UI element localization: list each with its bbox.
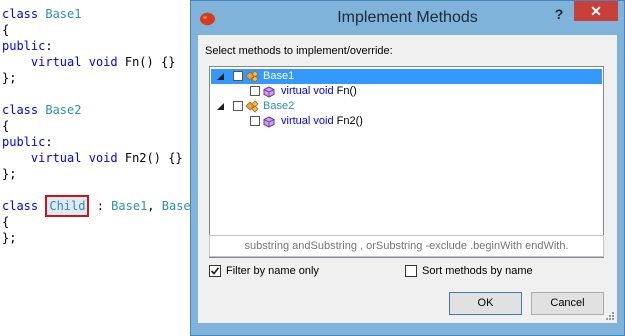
checkbox-fn2[interactable] bbox=[250, 116, 260, 126]
methods-tree[interactable]: Base1 virtual void Fn() Base2 virtual vo… bbox=[209, 66, 604, 258]
class-icon bbox=[245, 70, 259, 83]
tree-item-base2[interactable]: Base2 bbox=[211, 99, 602, 114]
code-line: }; bbox=[2, 230, 16, 246]
code-line: class Child : Base1, Base2 bbox=[2, 195, 198, 217]
code-token: public bbox=[2, 39, 46, 53]
code-token: Fn() {} bbox=[117, 55, 176, 69]
filter-input[interactable] bbox=[209, 235, 604, 257]
code-token: { bbox=[2, 215, 10, 229]
tree-item-fn2[interactable]: virtual void Fn2() bbox=[211, 114, 602, 129]
code-line: virtual void Fn() {} bbox=[2, 54, 176, 70]
code-line: public: bbox=[2, 38, 53, 54]
code-token: class bbox=[2, 103, 39, 117]
tree-item-label: virtual void Fn() bbox=[281, 85, 357, 97]
title-bar[interactable]: Implement Methods ? ✕ bbox=[191, 1, 624, 35]
code-token: virtual bbox=[30, 151, 82, 165]
code-line: class Base1 bbox=[2, 6, 81, 22]
code-token: void bbox=[88, 151, 118, 165]
expand-triangle-icon[interactable] bbox=[216, 102, 225, 111]
filter-by-name-label: Filter by name only bbox=[226, 265, 319, 277]
sort-by-name-label: Sort methods by name bbox=[422, 265, 533, 277]
code-line: { bbox=[2, 118, 9, 134]
code-token: : bbox=[45, 135, 53, 149]
checkbox-base2[interactable] bbox=[233, 101, 243, 111]
tree-item-label: Base1 bbox=[263, 70, 295, 82]
tree-item-label: virtual void Fn2() bbox=[281, 115, 363, 127]
code-line: }; bbox=[2, 166, 16, 182]
help-button[interactable]: ? bbox=[551, 4, 567, 24]
checkmark-icon bbox=[210, 267, 220, 275]
code-token: : bbox=[89, 199, 112, 213]
code-line: { bbox=[2, 22, 9, 38]
class-icon bbox=[245, 100, 259, 113]
checkbox-box[interactable] bbox=[209, 265, 221, 277]
code-token: : bbox=[45, 39, 53, 53]
code-line: }; bbox=[2, 70, 16, 86]
checkbox-box[interactable] bbox=[405, 265, 417, 277]
expand-triangle-icon[interactable] bbox=[216, 72, 225, 81]
tree-item-label: Base2 bbox=[263, 100, 295, 112]
cancel-button[interactable]: Cancel bbox=[531, 292, 604, 315]
checkbox-base1[interactable] bbox=[233, 71, 243, 81]
implement-methods-dialog: Implement Methods ? ✕ Select methods to … bbox=[190, 0, 625, 336]
code-token: Base2 bbox=[45, 103, 82, 117]
dialog-body: Select methods to implement/override: Ba… bbox=[198, 35, 617, 323]
method-icon bbox=[263, 86, 275, 98]
code-token: { bbox=[2, 119, 10, 133]
checkbox-fn[interactable] bbox=[250, 86, 260, 96]
code-token: Base1 bbox=[45, 7, 82, 21]
code-token: }; bbox=[2, 167, 17, 181]
code-line: { bbox=[2, 214, 9, 230]
close-button[interactable]: ✕ bbox=[574, 1, 618, 21]
code-editor[interactable]: class Base1{public: virtual void Fn() {}… bbox=[0, 0, 198, 336]
instruction-label: Select methods to implement/override: bbox=[205, 45, 393, 57]
code-token: class bbox=[2, 7, 39, 21]
code-token: }; bbox=[2, 71, 17, 85]
code-token: public bbox=[2, 135, 46, 149]
code-token: Base1 bbox=[111, 199, 148, 213]
code-token: virtual bbox=[30, 55, 82, 69]
code-line: virtual void Fn2() {} bbox=[2, 150, 183, 166]
code-token: { bbox=[2, 23, 10, 37]
ok-button[interactable]: OK bbox=[449, 292, 522, 315]
resize-grip-icon[interactable] bbox=[605, 311, 615, 321]
method-icon bbox=[263, 116, 275, 128]
code-token: class bbox=[2, 199, 39, 213]
code-token: }; bbox=[2, 231, 17, 245]
tree-item-base1[interactable]: Base1 bbox=[211, 69, 602, 84]
code-token: void bbox=[88, 55, 118, 69]
highlighted-class-name: Child bbox=[45, 195, 90, 217]
code-line: public: bbox=[2, 134, 53, 150]
code-line: class Base2 bbox=[2, 102, 81, 118]
tree-item-fn[interactable]: virtual void Fn() bbox=[211, 84, 602, 99]
code-token: , bbox=[147, 199, 162, 213]
code-token: Fn2() {} bbox=[117, 151, 183, 165]
